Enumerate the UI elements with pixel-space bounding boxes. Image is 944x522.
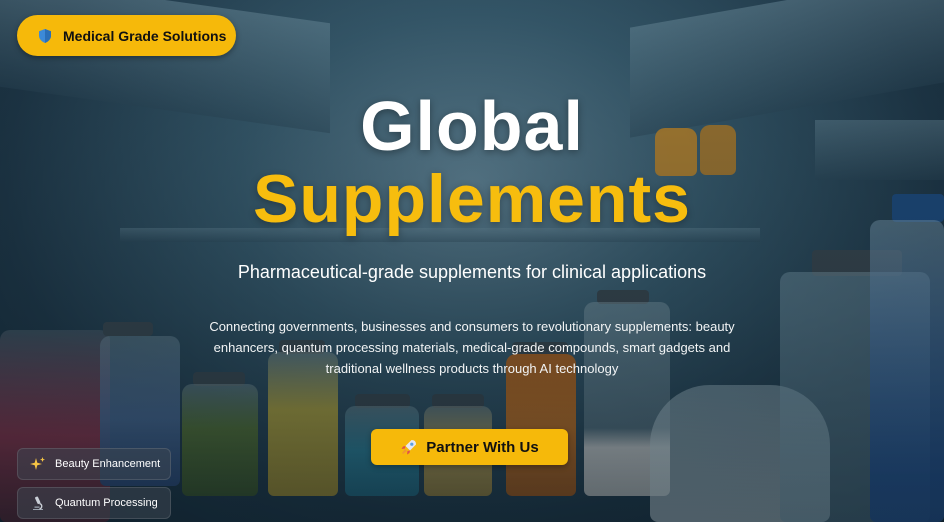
badge-label: Medical Grade Solutions (63, 27, 227, 44)
shield-icon (37, 28, 53, 44)
hero-section: Medical Grade Solutions Global Supplemen… (0, 0, 944, 522)
hero-title-line2: Supplements (253, 161, 691, 237)
feature-label: Quantum Processing (55, 497, 158, 509)
medical-grade-badge[interactable]: Medical Grade Solutions (17, 15, 236, 56)
hero-description: Connecting governments, businesses and c… (209, 319, 735, 376)
feature-chip-beauty-enhancement[interactable]: Beauty Enhancement (17, 448, 171, 480)
hero-subtitle: Pharmaceutical-grade supplements for cli… (237, 262, 707, 282)
rocket-icon (400, 438, 418, 456)
microscope-icon (30, 495, 46, 511)
sparkles-icon (30, 456, 46, 472)
cta-label: Partner With Us (426, 438, 539, 456)
feature-label: Beauty Enhancement (55, 458, 161, 470)
partner-with-us-button[interactable]: Partner With Us (371, 429, 568, 465)
hero-title-line1: Global (360, 87, 584, 165)
feature-chip-quantum-processing[interactable]: Quantum Processing (17, 487, 171, 519)
